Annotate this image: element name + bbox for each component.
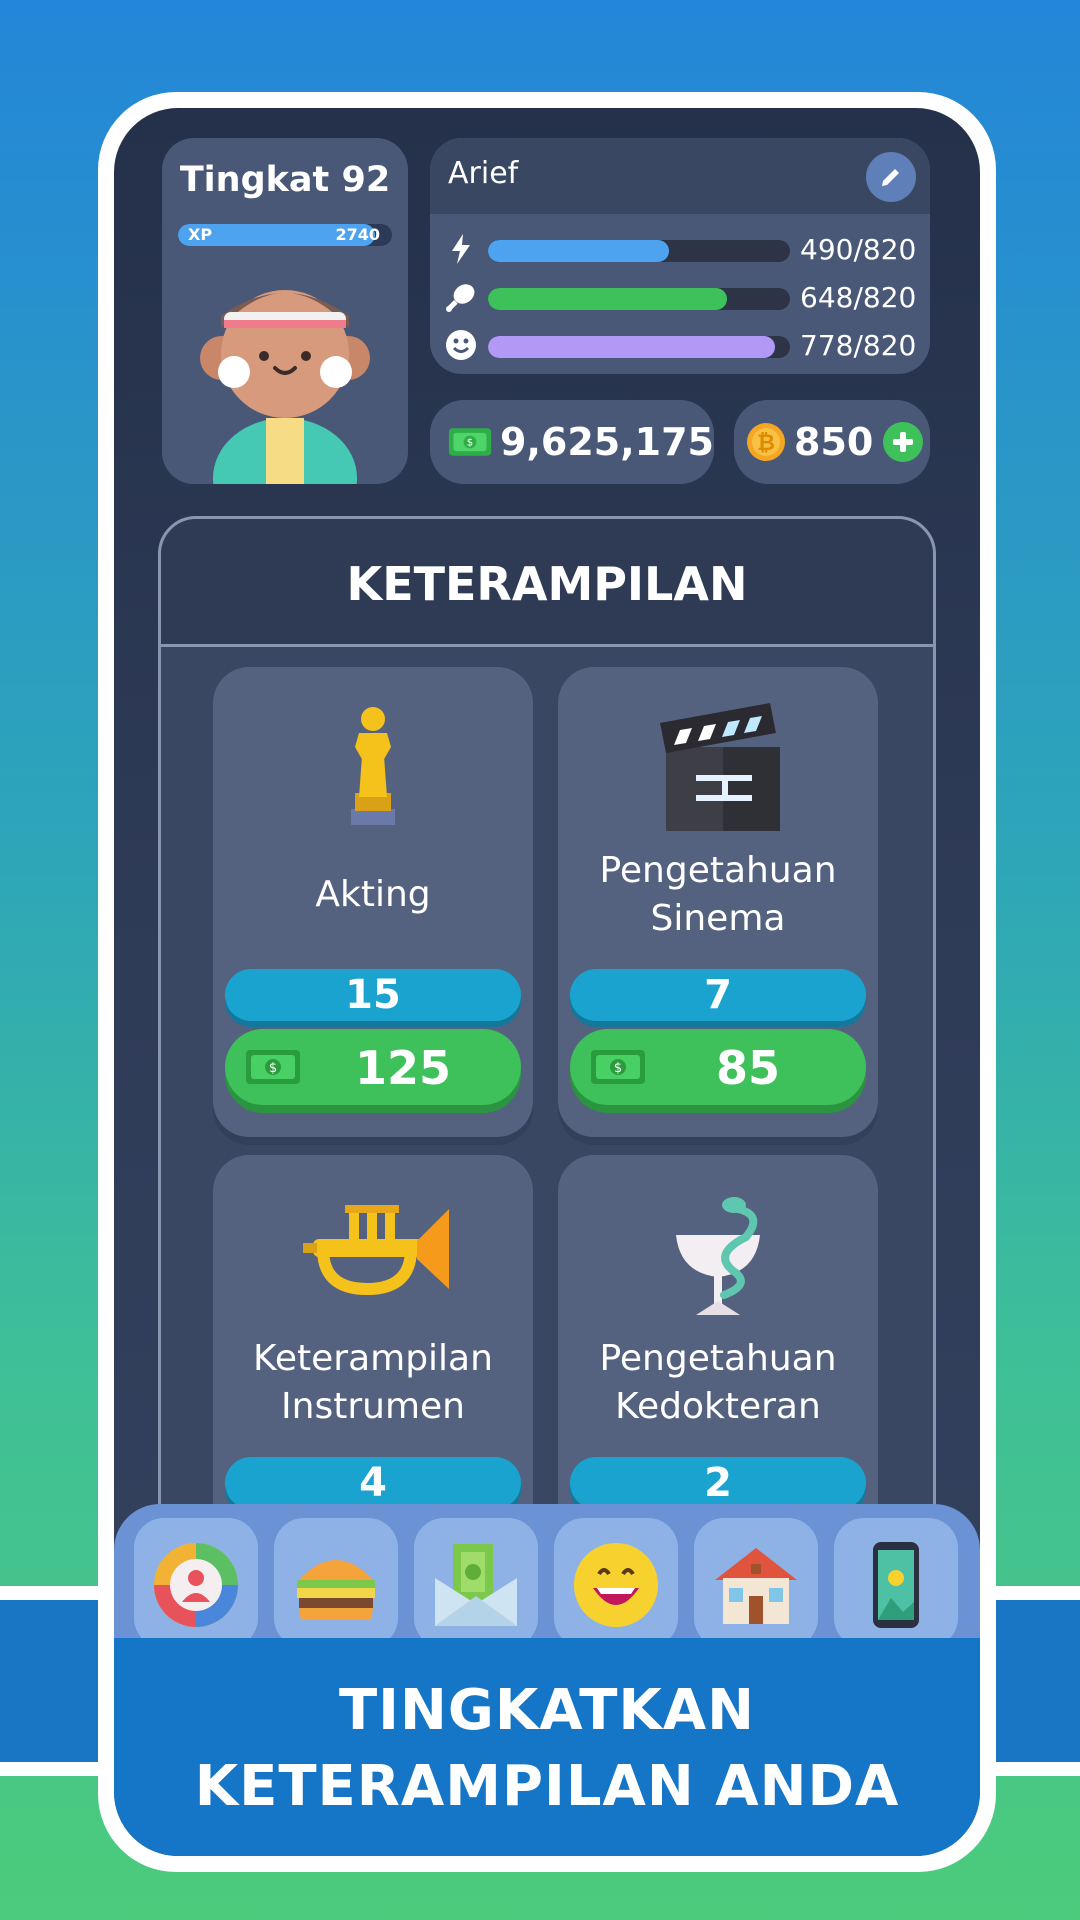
stat-hunger: 648/820 [430,278,930,318]
coin-value: 850 [794,420,874,464]
skill-name-line2: Sinema [650,898,786,939]
trophy-statue-icon [351,707,395,825]
svg-text:$: $ [269,1061,277,1076]
banner-line-2: KETERAMPILAN ANDA [194,1754,900,1819]
burger-icon [297,1560,375,1620]
promo-banner: TINGKATKAN KETERAMPILAN ANDA [114,1638,980,1856]
svg-text:$: $ [467,438,473,449]
skill-level: 15 [225,969,521,1021]
smartphone-icon [873,1542,919,1628]
xp-label: XP [188,225,213,244]
bitcoin-icon: ₿ [747,423,785,461]
medicine-cup-snake-icon [676,1197,760,1315]
energy-value: 490/820 [800,233,917,266]
plus-icon [893,432,914,452]
smile-face-icon [446,330,476,360]
skill-name-line1: Keterampilan [253,1338,493,1379]
svg-text:$: $ [614,1061,622,1076]
skill-level: 4 [225,1457,521,1509]
upgrade-button[interactable]: $ 85 [570,1029,866,1105]
grin-face-icon [574,1543,658,1627]
banner-line-1: TINGKATKAN [338,1678,756,1743]
lightning-icon [452,234,470,264]
money-envelope-icon [435,1544,517,1626]
hunger-bar [488,288,790,310]
skills-title: KETERAMPILAN [346,557,748,611]
nav-phone[interactable] [834,1518,958,1648]
skill-level: 2 [570,1457,866,1509]
clapperboard-icon [660,703,780,831]
stat-happiness: 778/820 [430,326,930,366]
hunger-bar-fill [488,288,727,310]
profile-chart-icon [154,1543,238,1627]
energy-bar [488,240,790,262]
skill-name-line2: Kedokteran [615,1386,821,1427]
xp-value: 2740 [335,225,380,244]
nav-profile[interactable] [134,1518,258,1648]
happiness-bar [488,336,790,358]
pencil-icon [882,169,899,186]
upgrade-price: 85 [715,1041,780,1095]
game-screen: Tingkat 92 XP 2740 Arief 490/820 648/820… [114,108,980,1856]
svg-text:₿: ₿ [757,431,775,456]
edit-name-button[interactable] [866,152,916,202]
level-label: Tingkat 92 [179,160,391,200]
happiness-value: 778/820 [800,329,917,362]
player-name: Arief [448,156,519,191]
phone-frame: Tingkat 92 XP 2740 Arief 490/820 648/820… [98,92,996,1872]
add-coins-button[interactable] [883,422,924,462]
nav-happiness[interactable] [554,1518,678,1648]
skill-name-line2: Instrumen [281,1386,465,1427]
profile-card[interactable]: Tingkat 92 XP 2740 [162,138,408,484]
house-icon [715,1548,797,1624]
nav-money[interactable] [414,1518,538,1648]
happiness-bar-fill [488,336,775,358]
chicken-leg-icon [446,284,475,312]
money-display[interactable]: $ 9,625,175 [430,400,714,484]
skill-name-line1: Akting [315,874,431,915]
nav-house[interactable] [694,1518,818,1648]
upgrade-button[interactable]: $ 125 [225,1029,521,1105]
stats-header: Arief [430,138,930,214]
skill-card-acting[interactable]: Akting 15 $ 125 [213,667,533,1137]
bottom-nav [114,1504,980,1648]
skill-level: 7 [570,969,866,1021]
skill-card-cinema-knowledge[interactable]: Pengetahuan Sinema 7 $ 85 [558,667,878,1137]
skills-header: KETERAMPILAN [161,519,933,647]
avatar [200,290,370,484]
hunger-value: 648/820 [800,281,917,314]
energy-bar-fill [488,240,669,262]
nav-food[interactable] [274,1518,398,1648]
xp-bar: XP 2740 [178,224,392,246]
skill-name-line1: Pengetahuan [599,1338,837,1379]
stats-card: Arief 490/820 648/820 778/820 [430,138,930,374]
upgrade-price: 125 [354,1041,452,1095]
trumpet-icon [303,1205,449,1296]
skill-name-line1: Pengetahuan [599,850,837,891]
stat-energy: 490/820 [430,230,930,270]
money-value: 9,625,175 [500,420,714,464]
cash-icon: $ [448,428,492,456]
coin-display[interactable]: ₿ 850 [734,400,930,484]
